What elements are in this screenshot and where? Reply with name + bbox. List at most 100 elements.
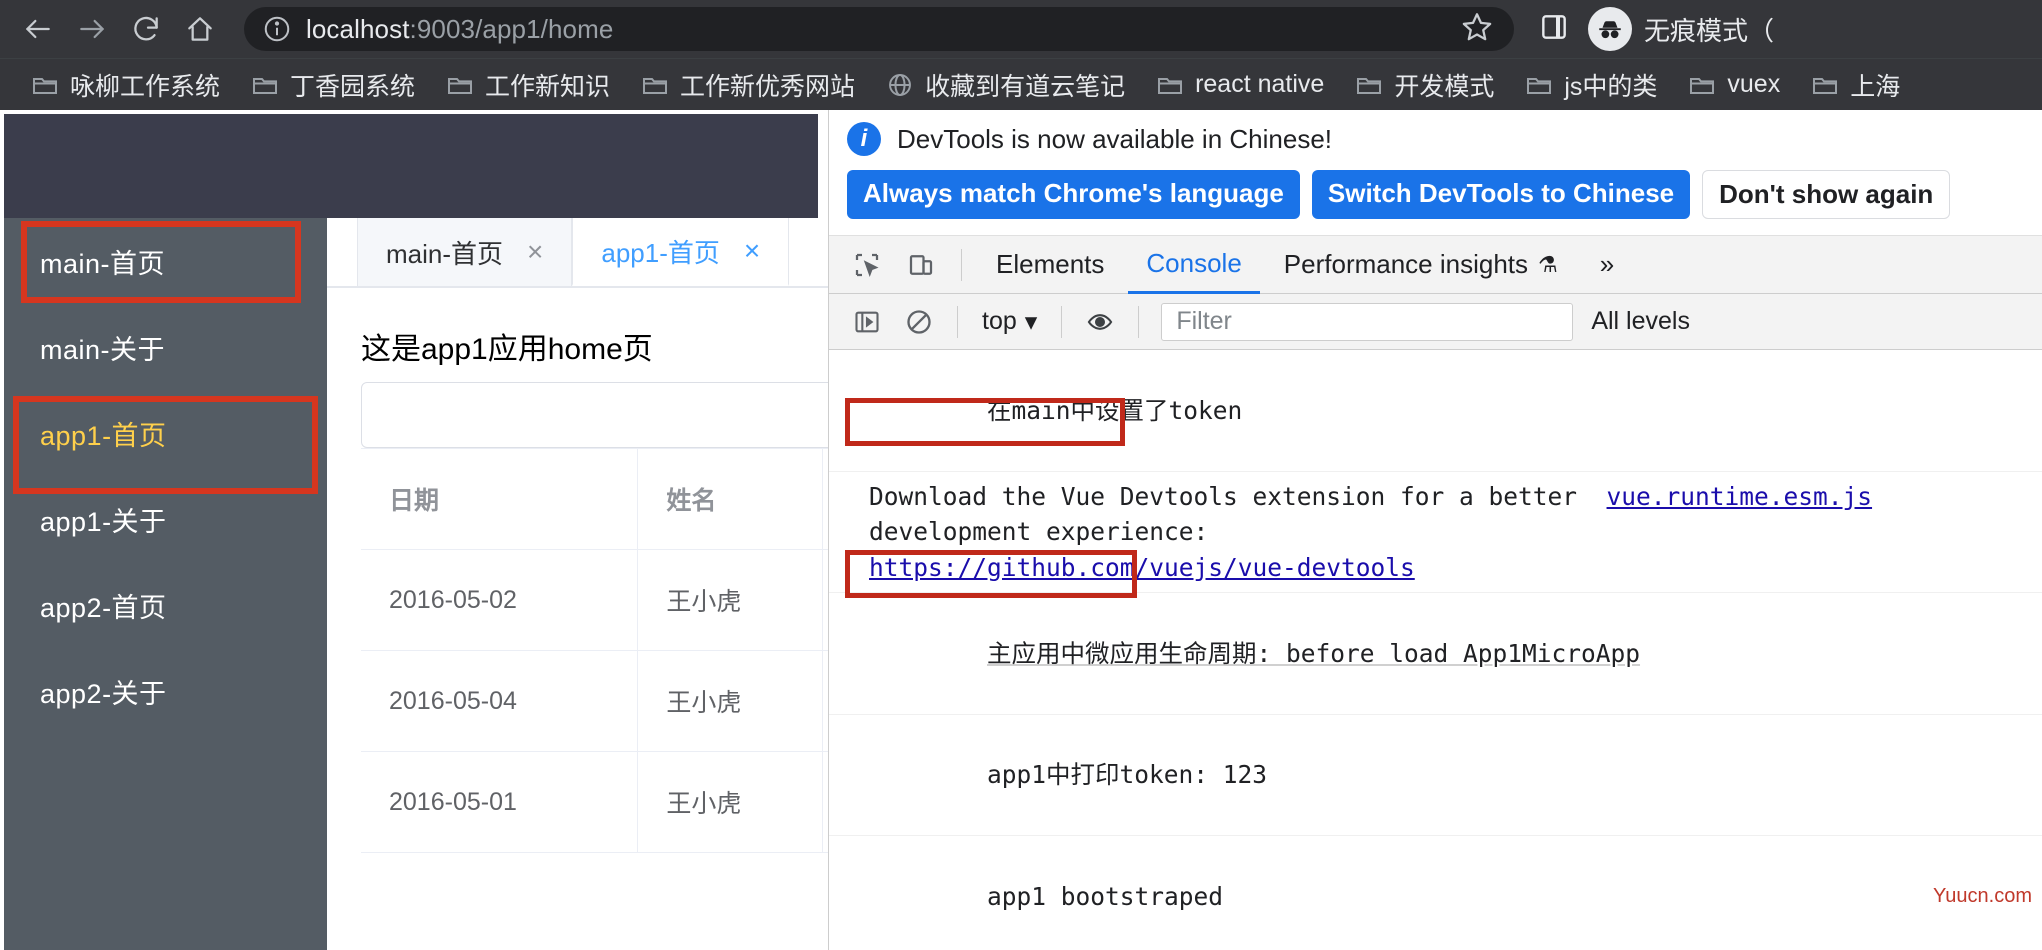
search-input[interactable] xyxy=(361,382,828,448)
folder-icon xyxy=(1356,74,1382,96)
console-filter-input[interactable]: Filter xyxy=(1161,302,1574,341)
console-message-text: app1 bootstraped xyxy=(987,881,1224,911)
dont-show-again-button[interactable]: Don't show again xyxy=(1702,170,1951,219)
bookmark-item[interactable]: 丁香园系统 xyxy=(236,61,431,109)
page-title: 这是app1应用home页 xyxy=(361,333,653,366)
address-bar[interactable]: localhost:9003/app1/home xyxy=(244,7,1514,51)
folder-icon xyxy=(1526,74,1552,96)
cell-date: 2016-05-02 xyxy=(361,549,639,651)
home-icon[interactable] xyxy=(176,5,224,53)
live-expression-eye-icon[interactable] xyxy=(1076,298,1124,346)
sidebar-item-main-home[interactable]: main-首页 xyxy=(4,218,327,304)
side-panel-icon[interactable] xyxy=(1538,11,1570,48)
console-message[interactable]: app1 bootstraped xyxy=(829,836,2042,950)
cell-name: 王小虎 xyxy=(637,751,823,853)
table-row[interactable]: 2016-05-01 王小虎 查看 xyxy=(361,751,828,853)
column-header-name[interactable]: 姓名 xyxy=(637,448,823,550)
tab-performance-insights[interactable]: Performance insights ⚗ xyxy=(1266,236,1576,294)
bookmark-item[interactable]: 上海 xyxy=(1796,61,1916,109)
inspect-element-icon[interactable] xyxy=(843,241,891,289)
sidebar-item-main-about[interactable]: main-关于 xyxy=(4,304,327,390)
banner-message: DevTools is now available in Chinese! xyxy=(897,123,1333,154)
browser-navigation-bar: localhost:9003/app1/home 无痕模式（ xyxy=(0,0,2042,58)
console-message-text: development experience: xyxy=(869,517,1209,547)
tab-console[interactable]: Console xyxy=(1128,236,1260,294)
beaker-icon: ⚗ xyxy=(1538,251,1558,277)
bookmark-star-icon[interactable] xyxy=(1460,10,1496,49)
sidebar-item-label: app2-首页 xyxy=(40,592,167,623)
vue-devtools-link[interactable]: https://github.com/vuejs/vue-devtools xyxy=(869,553,1415,582)
console-message[interactable]: 在main中设置了token xyxy=(829,350,2042,472)
bookmark-label: 收藏到有道云笔记 xyxy=(925,72,1126,101)
tab-main-home[interactable]: main-首页 × xyxy=(357,218,573,286)
sidebar-item-label: main-首页 xyxy=(40,248,166,279)
app-body: main-首页 main-关于 app1-首页 app1-关于 app2-首页 … xyxy=(4,218,828,950)
execute-sidebar-icon[interactable] xyxy=(843,298,891,346)
divider xyxy=(961,248,962,281)
bookmark-item[interactable]: 开发模式 xyxy=(1340,61,1510,109)
console-message-list[interactable]: 在main中设置了token Download the Vue Devtools… xyxy=(829,350,2042,950)
console-message[interactable]: 主应用中微应用生命周期: before load App1MicroApp xyxy=(829,593,2042,715)
bookmark-item[interactable]: 咏柳工作系统 xyxy=(16,61,236,109)
banner-message-row: i DevTools is now available in Chinese! xyxy=(847,122,2024,156)
globe-icon xyxy=(887,72,913,98)
sidebar-item-label: app1-首页 xyxy=(40,420,167,451)
browser-chrome: localhost:9003/app1/home 无痕模式（ 咏柳工作系统 丁香… xyxy=(0,0,2042,110)
close-icon[interactable]: × xyxy=(744,237,760,265)
back-arrow-icon[interactable] xyxy=(14,5,62,53)
switch-devtools-language-button[interactable]: Switch DevTools to Chinese xyxy=(1311,170,1691,219)
console-message[interactable]: Download the Vue Devtools extension for … xyxy=(829,472,2042,594)
always-match-language-button[interactable]: Always match Chrome's language xyxy=(847,170,1300,219)
sidebar-item-app2-home[interactable]: app2-首页 xyxy=(4,562,327,648)
app-content: main-首页 × app1-首页 × 这是app1应用home页 日期 姓名 xyxy=(327,218,828,950)
chrome-right-actions: 无痕模式（ xyxy=(1520,7,1774,51)
device-toolbar-icon[interactable] xyxy=(897,241,945,289)
bookmark-item[interactable]: 工作新知识 xyxy=(431,61,626,109)
console-message[interactable]: app1中打印token: 123 xyxy=(829,715,2042,837)
divider xyxy=(1061,305,1063,338)
chevron-down-icon: ▾ xyxy=(1024,307,1038,336)
bookmark-item[interactable]: vuex xyxy=(1673,64,1796,105)
bookmarks-bar: 咏柳工作系统 丁香园系统 工作新知识 工作新优秀网站 收藏到有道云笔记 reac… xyxy=(0,58,2042,110)
console-context-selector[interactable]: top ▾ xyxy=(972,307,1047,337)
sidebar-item-app1-home[interactable]: app1-首页 xyxy=(4,390,327,476)
bookmark-item[interactable]: react native xyxy=(1141,64,1340,105)
page-info-icon[interactable] xyxy=(262,14,292,44)
column-header-date[interactable]: 日期 xyxy=(361,448,639,550)
tab-label: Performance insights xyxy=(1283,249,1529,279)
address-bar-url: localhost:9003/app1/home xyxy=(306,13,614,44)
console-message-text: app1中打印token: 123 xyxy=(987,760,1268,790)
console-toolbar: top ▾ Filter All levels xyxy=(829,294,2042,350)
bookmark-label: 工作新优秀网站 xyxy=(680,72,856,101)
table-row[interactable]: 2016-05-02 王小虎 查看 xyxy=(361,549,828,651)
bookmark-item[interactable]: 收藏到有道云笔记 xyxy=(871,61,1141,109)
table-row[interactable]: 2016-05-04 王小虎 查看 xyxy=(361,650,828,752)
bookmark-label: vuex xyxy=(1727,70,1781,98)
content-tab-bar: main-首页 × app1-首页 × xyxy=(327,218,828,288)
sidebar-item-label: app1-关于 xyxy=(40,506,167,537)
table-header-row: 日期 姓名 操作 xyxy=(361,448,828,550)
bookmark-label: 咏柳工作系统 xyxy=(70,72,221,101)
context-label: top xyxy=(982,307,1017,335)
tab-app1-home[interactable]: app1-首页 × xyxy=(572,218,790,286)
close-icon[interactable]: × xyxy=(527,238,543,266)
folder-icon xyxy=(1812,74,1838,96)
forward-arrow-icon[interactable] xyxy=(68,5,116,53)
bookmark-item[interactable]: js中的类 xyxy=(1510,61,1673,109)
bookmark-item[interactable]: 工作新优秀网站 xyxy=(626,61,871,109)
incognito-indicator[interactable]: 无痕模式（ xyxy=(1588,7,1774,51)
devtools-panel: i DevTools is now available in Chinese! … xyxy=(828,110,2042,950)
bookmark-label: 开发模式 xyxy=(1394,72,1495,101)
sidebar-item-app2-about[interactable]: app2-关于 xyxy=(4,648,327,734)
more-tabs-icon[interactable]: » xyxy=(1582,236,1632,294)
tab-elements[interactable]: Elements xyxy=(978,236,1122,294)
reload-icon[interactable] xyxy=(122,5,170,53)
source-link[interactable]: vue.runtime.esm.js xyxy=(1607,482,1873,511)
sidebar-item-app1-about[interactable]: app1-关于 xyxy=(4,476,327,562)
clear-console-icon[interactable] xyxy=(895,298,943,346)
console-level-selector[interactable]: All levels xyxy=(1577,307,1704,336)
app-sidebar: main-首页 main-关于 app1-首页 app1-关于 app2-首页 … xyxy=(4,218,327,950)
folder-icon xyxy=(32,74,58,96)
cell-name: 王小虎 xyxy=(637,549,823,651)
bookmark-label: 丁香园系统 xyxy=(290,72,416,101)
